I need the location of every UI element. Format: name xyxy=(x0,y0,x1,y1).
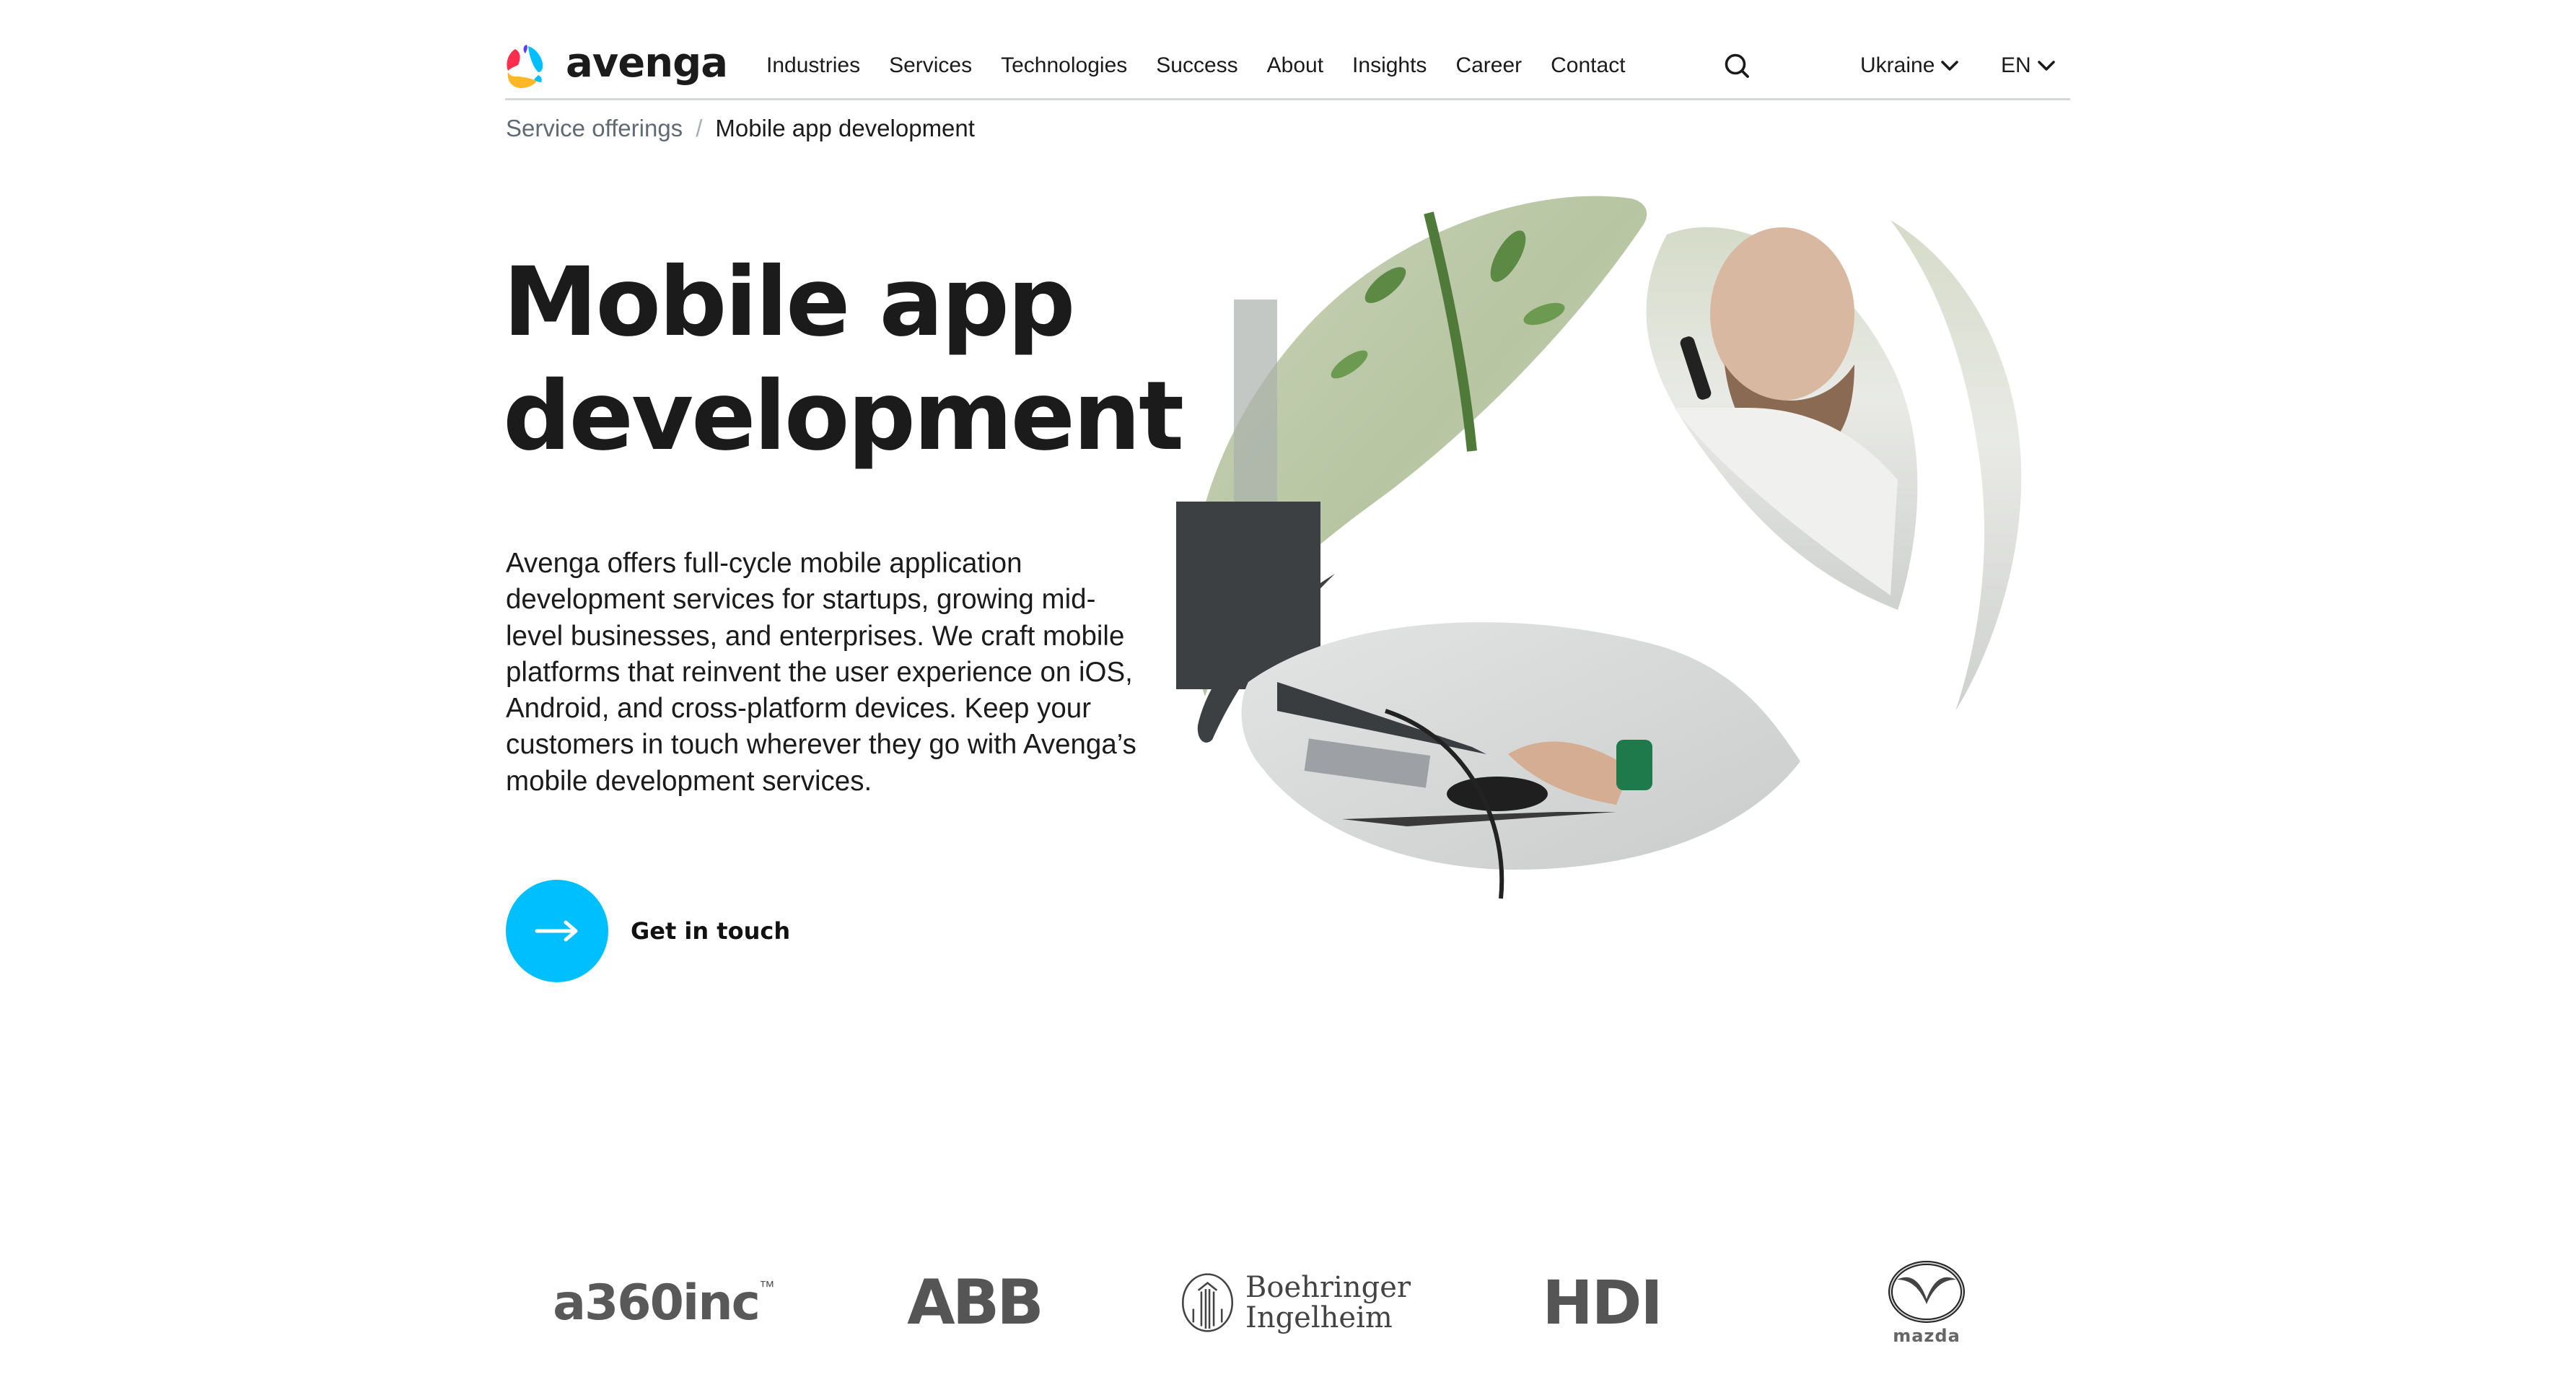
get-in-touch-button[interactable]: Get in touch xyxy=(506,880,790,982)
nav-item-insights[interactable]: Insights xyxy=(1352,51,1427,81)
arrow-right-icon xyxy=(535,920,578,942)
page-title: Mobile app development xyxy=(503,245,1184,473)
search-icon xyxy=(1725,53,1749,78)
client-logo-abb: ABB xyxy=(902,1249,1046,1357)
client-logo-boehringer-ingelheim: Boehringer Ingelheim xyxy=(1180,1249,1411,1357)
nav-item-career[interactable]: Career xyxy=(1455,51,1522,81)
hero-description: Avenga offers full-cycle mobile applicat… xyxy=(506,548,1136,797)
breadcrumb-link-service-offerings[interactable]: Service offerings xyxy=(506,112,683,145)
breadcrumb-separator: / xyxy=(696,115,703,141)
cta-circle[interactable] xyxy=(506,880,608,982)
nav-item-contact[interactable]: Contact xyxy=(1551,51,1625,81)
nav-item-services[interactable]: Services xyxy=(889,51,972,81)
main-nav: Industries Services Technologies Success… xyxy=(766,51,1655,81)
hero-image xyxy=(1176,196,2022,899)
boehringer-ingelheim-icon xyxy=(1181,1273,1234,1332)
client-boehringer-line1: Boehringer xyxy=(1245,1271,1411,1304)
client-logo-hdi: HDI xyxy=(1537,1249,1667,1357)
region-selector[interactable]: Ukraine xyxy=(1860,51,1959,81)
header-divider xyxy=(505,98,2070,100)
avenga-logo-icon xyxy=(507,45,543,88)
nav-item-industries[interactable]: Industries xyxy=(766,51,860,81)
nav-item-technologies[interactable]: Technologies xyxy=(1001,51,1127,81)
page-title-line2: development xyxy=(503,361,1184,472)
client-a360inc-text: a360inc xyxy=(553,1274,761,1332)
brand-name: avenga xyxy=(566,40,728,87)
language-label: EN xyxy=(2001,53,2031,77)
nav-item-about[interactable]: About xyxy=(1267,51,1323,81)
breadcrumb-current: Mobile app development xyxy=(715,115,975,141)
client-abb-text: ABB xyxy=(907,1267,1044,1339)
language-selector[interactable]: EN xyxy=(2001,51,2056,81)
page-title-line1: Mobile app xyxy=(503,247,1076,358)
trademark-mark: ™ xyxy=(758,1277,775,1295)
client-mazda-text: mazda xyxy=(1893,1326,1961,1346)
region-label: Ukraine xyxy=(1860,53,1935,77)
client-boehringer-line2: Ingelheim xyxy=(1245,1301,1393,1334)
client-logo-a360inc: a360inc ™ xyxy=(548,1249,779,1357)
chevron-down-icon xyxy=(2037,61,2055,71)
mazda-emblem-icon xyxy=(1888,1261,1965,1323)
cta-label: Get in touch xyxy=(631,917,791,945)
photo-petal-bottom xyxy=(1241,622,1800,899)
photo-petal-right xyxy=(1646,227,1918,610)
client-logos: a360inc ™ ABB Boehringer Ingelheim HDI m… xyxy=(505,1249,2071,1357)
avenga-logo[interactable]: avenga xyxy=(505,40,728,91)
search-button[interactable] xyxy=(1723,52,1752,81)
breadcrumb: Service offerings / Mobile app developme… xyxy=(506,112,975,145)
photo-petal-top-left xyxy=(1176,196,1647,696)
chevron-down-icon xyxy=(1941,61,1959,71)
client-logo-mazda: mazda xyxy=(1862,1249,1992,1357)
client-hdi-text: HDI xyxy=(1542,1267,1662,1338)
nav-item-success[interactable]: Success xyxy=(1156,51,1237,81)
